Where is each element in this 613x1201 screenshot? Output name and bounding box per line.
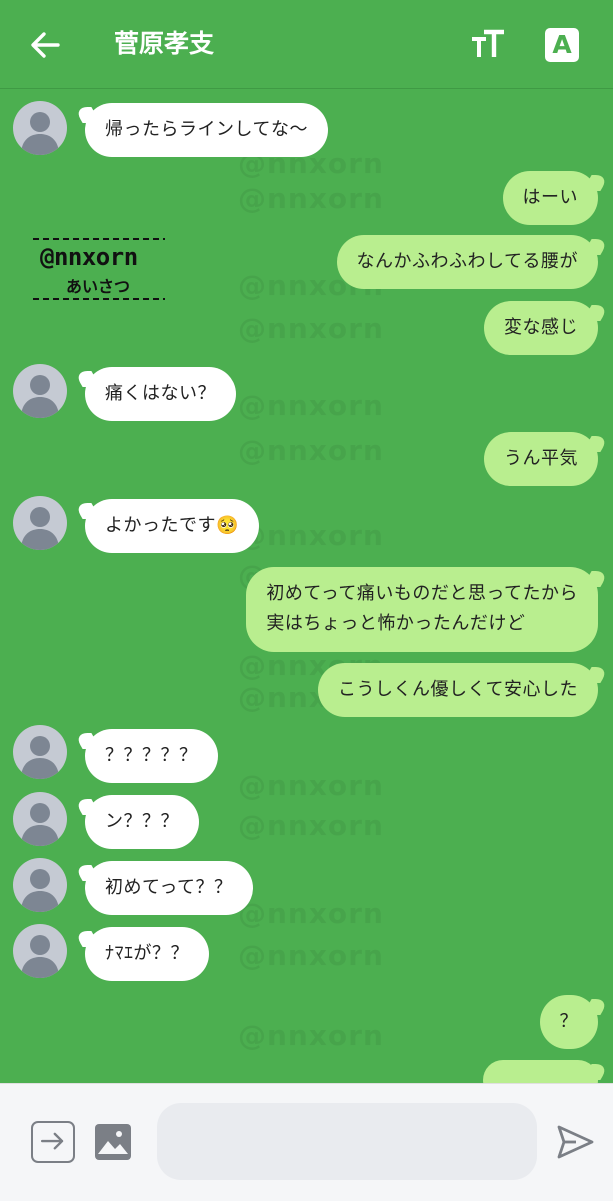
message-bubble-incoming[interactable]: よかったです🥺 bbox=[85, 499, 259, 553]
message-line: 初めてって痛いものだと思ってたから bbox=[266, 583, 578, 604]
translate-icon[interactable]: A bbox=[545, 28, 579, 62]
message-input[interactable] bbox=[157, 1103, 537, 1180]
watermark: @nnxorn bbox=[238, 897, 384, 930]
message-bubble-incoming[interactable]: 帰ったらラインしてな〜 bbox=[85, 103, 328, 157]
chat-header: 菅原孝支 A bbox=[0, 0, 613, 89]
message-bubble-outgoing[interactable]: こうしくん優しくて安心した bbox=[318, 663, 598, 717]
avatar[interactable] bbox=[13, 725, 67, 779]
message-bubble-outgoing[interactable]: はーい bbox=[502, 171, 598, 225]
sticker[interactable]: @nnxorn あいさつ bbox=[30, 237, 170, 307]
arrow-right-icon[interactable] bbox=[31, 1121, 75, 1163]
avatar[interactable] bbox=[13, 496, 67, 550]
contact-name: 菅原孝支 bbox=[114, 29, 215, 58]
send-icon[interactable] bbox=[556, 1124, 594, 1160]
watermark: @nnxorn bbox=[238, 434, 384, 467]
watermark: @nnxorn bbox=[238, 182, 384, 215]
watermark: @nnxorn bbox=[238, 769, 384, 802]
watermark: @nnxorn bbox=[238, 1019, 384, 1052]
watermark: @nnxorn bbox=[238, 809, 384, 842]
message-bubble-outgoing[interactable]: なんかふわふわしてる腰が bbox=[336, 235, 598, 289]
message-bubble-incoming[interactable]: 初めてって？？ bbox=[85, 861, 253, 915]
message-bubble-incoming[interactable]: ン？？？ bbox=[85, 795, 199, 849]
message-bubble-incoming[interactable]: 痛くはない？ bbox=[85, 367, 236, 421]
sticker-caption: あいさつ bbox=[66, 277, 131, 296]
message-bubble-incoming[interactable]: ﾅﾏｴが？？ bbox=[85, 927, 209, 981]
watermark: @nnxorn bbox=[238, 939, 384, 972]
watermark: @nnxorn bbox=[238, 312, 384, 345]
message-bubble-outgoing[interactable]: ？ bbox=[539, 995, 598, 1049]
message-bubble-incoming[interactable]: ？？？？？ bbox=[85, 729, 218, 783]
avatar[interactable] bbox=[13, 858, 67, 912]
watermark: @nnxorn bbox=[238, 389, 384, 422]
avatar[interactable] bbox=[13, 792, 67, 846]
message-bubble-outgoing-partial[interactable] bbox=[483, 1060, 598, 1083]
message-bubble-outgoing-multiline[interactable]: 初めてって痛いものだと思ってたから 実はちょっと怖かったんだけど bbox=[246, 567, 598, 652]
message-line: 実はちょっと怖かったんだけど bbox=[266, 613, 526, 634]
arrow-left-icon[interactable] bbox=[28, 28, 62, 62]
avatar[interactable] bbox=[13, 924, 67, 978]
text-size-icon[interactable] bbox=[470, 27, 506, 61]
message-list[interactable]: @nnxorn @nnxorn @nnxorn @nnxorn @nnxorn … bbox=[0, 89, 613, 1083]
message-bubble-outgoing[interactable]: うん平気 bbox=[484, 432, 598, 486]
image-icon[interactable] bbox=[94, 1123, 132, 1161]
message-bubble-outgoing[interactable]: 変な感じ bbox=[484, 301, 598, 355]
watermark: @nnxorn bbox=[238, 519, 384, 552]
sticker-handle: @nnxorn bbox=[40, 243, 138, 271]
avatar[interactable] bbox=[13, 101, 67, 155]
avatar[interactable] bbox=[13, 364, 67, 418]
